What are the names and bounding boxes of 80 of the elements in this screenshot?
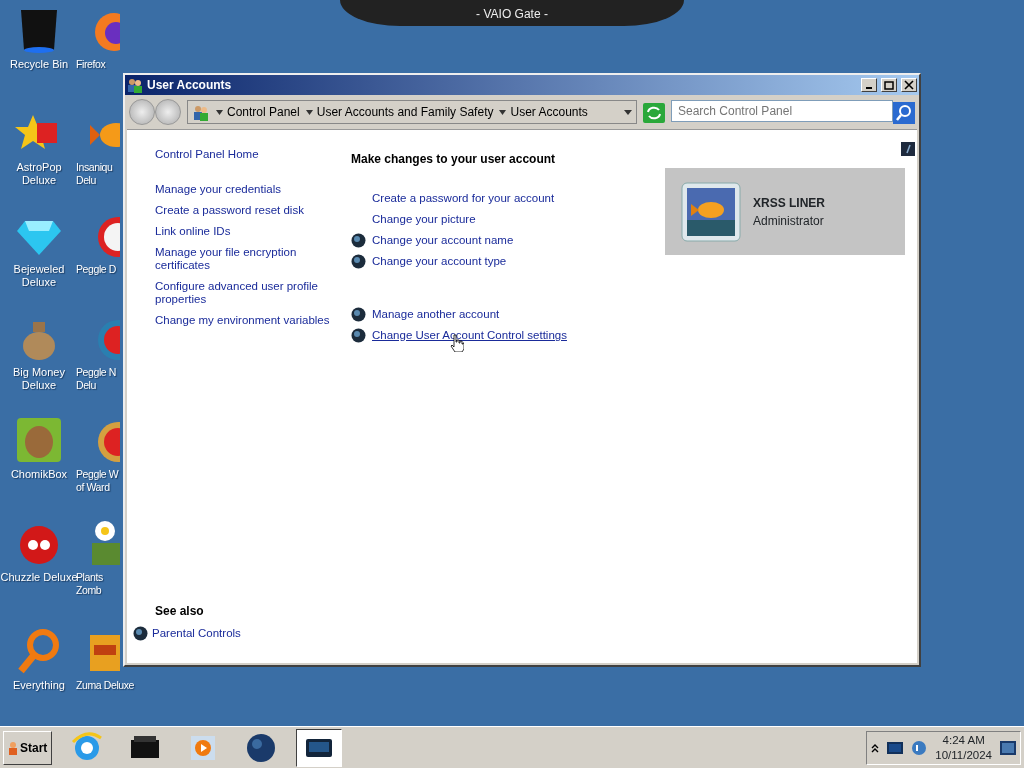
search-icon xyxy=(893,101,915,124)
icon-label: Peggle W of Ward xyxy=(76,468,119,494)
task-link[interactable]: Change your account type xyxy=(372,255,507,268)
sidebar-link[interactable]: Link online IDs xyxy=(155,225,349,238)
caret-icon xyxy=(624,109,632,115)
sidebar-link[interactable]: Create a password reset disk xyxy=(155,204,349,217)
see-also-link[interactable]: Parental Controls xyxy=(152,627,241,640)
close-button[interactable] xyxy=(901,78,917,92)
chevron-up-icon xyxy=(871,742,880,753)
desktop-icon[interactable]: Big Money Deluxe xyxy=(0,314,78,392)
search-field[interactable]: Search Control Panel xyxy=(671,100,893,122)
globe-icon xyxy=(351,233,366,248)
minimize-button[interactable] xyxy=(861,78,877,92)
icon-label: AstroPop Deluxe xyxy=(16,161,62,187)
sidebar-link[interactable]: Manage your credentials xyxy=(155,183,349,196)
breadcrumb-item[interactable]: User Accounts and Family Safety xyxy=(305,103,494,121)
desktop-icon[interactable]: Plants Zomb xyxy=(76,519,122,597)
fish-picture-icon xyxy=(681,181,741,242)
icon-label: Recycle Bin xyxy=(9,58,69,71)
desktop-icon[interactable]: Bejeweled Deluxe xyxy=(0,211,78,289)
dropdown-button[interactable] xyxy=(624,109,632,115)
icon-label: Chuzzle Deluxe xyxy=(0,571,78,584)
icon-label: Peggle N Delu xyxy=(76,366,116,392)
icon-label: Insaniqu Delu xyxy=(76,161,113,187)
close-icon xyxy=(904,80,914,90)
task-link[interactable]: Create a password for your account xyxy=(372,192,555,205)
icon-label: Plants Zomb xyxy=(76,571,103,597)
desktop-icon[interactable]: ChomikBox xyxy=(0,416,78,481)
clock: 4:24 AM 10/11/2024 xyxy=(935,732,992,763)
caret-icon xyxy=(216,109,223,115)
desktop-icon[interactable]: AstroPop Deluxe xyxy=(0,109,78,187)
users-icon xyxy=(127,77,143,93)
globe-icon xyxy=(245,731,278,764)
task-link[interactable]: Change User Account Control settings xyxy=(372,329,567,342)
breadcrumb-item[interactable]: User Accounts xyxy=(499,103,588,121)
section-heading: Make changes to your user account xyxy=(351,151,557,168)
monitor-icon xyxy=(887,741,904,754)
desktop-icon[interactable]: Recycle Bin xyxy=(0,6,78,71)
sidebar-link[interactable]: Change my environment variables xyxy=(155,314,349,327)
address-bar[interactable]: Control Panel User Accounts and Family Safety User Accounts xyxy=(187,100,637,124)
icon-label: Firefox xyxy=(76,58,106,71)
minimize-icon xyxy=(866,87,872,89)
icon-label: Big Money Deluxe xyxy=(13,366,65,392)
icon-label: Peggle D xyxy=(76,263,116,276)
icon-label: Bejeweled Deluxe xyxy=(13,263,65,289)
sidebar-link[interactable]: Configure advanced user profile properties xyxy=(155,280,349,306)
see-also-heading: See also xyxy=(155,603,205,620)
globe-icon xyxy=(133,626,148,641)
task-link[interactable]: Change your account name xyxy=(372,234,514,247)
show-desktop-icon[interactable] xyxy=(1000,740,1016,755)
caret-icon xyxy=(499,109,507,115)
sidebar-link[interactable]: Control Panel Home xyxy=(155,148,349,161)
users-icon xyxy=(192,103,210,121)
desktop-icon[interactable]: Firefox xyxy=(76,6,122,71)
search-button[interactable] xyxy=(893,100,915,124)
maximize-icon xyxy=(884,80,894,90)
globe-icon xyxy=(351,328,366,343)
task-link[interactable]: Change your picture xyxy=(372,213,476,226)
icon-label: Everything xyxy=(13,679,65,692)
dock-title: - VAIO Gate - xyxy=(476,6,548,23)
desktop-icon[interactable]: Chuzzle Deluxe xyxy=(0,519,78,584)
caret-icon xyxy=(305,109,313,115)
window-title: User Accounts xyxy=(147,77,232,94)
task-link[interactable]: Manage another account xyxy=(372,308,500,321)
person-icon xyxy=(8,740,18,755)
start-button[interactable]: Start xyxy=(3,730,53,765)
icon-label: Zuma Deluxe xyxy=(76,679,135,692)
flower-icon xyxy=(90,519,120,567)
globe-icon xyxy=(351,307,366,322)
desktop-icon[interactable]: Insaniqu Delu xyxy=(76,109,122,187)
maximize-button[interactable] xyxy=(881,78,897,92)
sidebar-link[interactable]: Manage your file encryption certificates xyxy=(155,246,349,272)
icon-label: ChomikBox xyxy=(10,468,68,481)
refresh-icon xyxy=(643,102,665,123)
breadcrumb-item[interactable]: Control Panel xyxy=(216,103,300,121)
account-role: Administrator xyxy=(753,212,825,230)
refresh-button[interactable] xyxy=(643,100,665,124)
account-name: XRSS LINER xyxy=(753,194,825,212)
taskbar-button[interactable] xyxy=(296,728,343,767)
globe-icon xyxy=(351,254,366,269)
